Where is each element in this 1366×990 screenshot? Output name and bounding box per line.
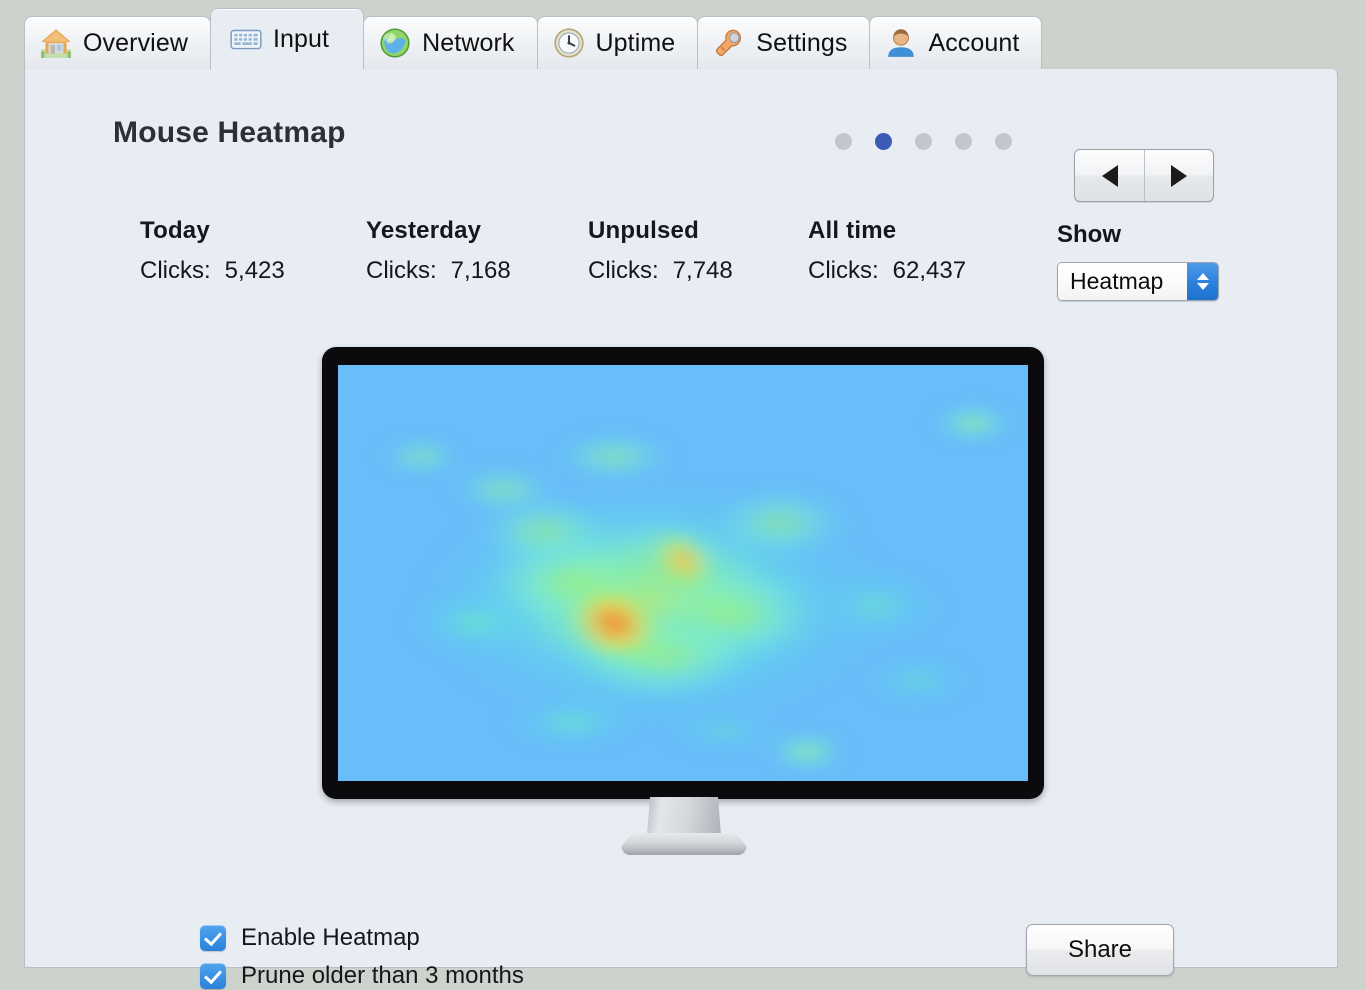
share-button[interactable]: Share [1026,924,1174,976]
stat-row: Clicks: 7,748 [588,257,733,285]
chevron-up-down-icon[interactable] [1187,263,1218,300]
show-group: Show Heatmap [1057,221,1219,301]
prune-older-checkbox-row[interactable]: Prune older than 3 months [200,962,524,990]
stat-value: 5,423 [224,257,285,284]
tab-uptime[interactable]: Uptime [536,16,699,70]
tab-network[interactable]: Network [363,16,538,70]
clock-icon [553,28,584,58]
triangle-left-icon [1101,164,1118,187]
checkbox-label: Enable Heatmap [241,924,420,951]
tab-label: Network [422,28,515,57]
tab-settings[interactable]: Settings [697,16,871,70]
stat-value: 62,437 [892,257,967,284]
tab-account[interactable]: Account [869,16,1043,70]
tab-label: Settings [756,28,848,57]
checkbox-label: Prune older than 3 months [241,962,524,989]
stat-metric-label: Clicks: [366,257,437,284]
monitor-stand-base [621,833,747,855]
stat-yesterday: Yesterday Clicks: 7,168 [366,217,511,285]
tab-label: Overview [83,28,188,57]
app-window: Overview Input Network Uptime Settings A… [24,8,1338,989]
stat-unpulsed: Unpulsed Clicks: 7,748 [588,217,733,285]
stat-title: All time [808,217,897,244]
house-icon [41,29,71,58]
person-icon [888,29,915,57]
checkbox-checked-icon[interactable] [200,925,226,951]
keyboard-icon [230,29,262,50]
stat-all-time: All time Clicks: 62,437 [808,217,966,285]
stat-metric-label: Clicks: [808,257,879,284]
tab-bar: Overview Input Network Uptime Settings A… [24,8,1338,70]
globe-icon [380,28,410,58]
stat-value: 7,168 [450,257,511,284]
stat-row: Clicks: 5,423 [140,257,285,285]
show-selected-value: Heatmap [1058,263,1187,300]
page-dot[interactable] [915,133,932,150]
page-dot-active[interactable] [875,133,892,150]
stat-title: Yesterday [366,217,482,244]
content-panel: Mouse Heatmap Today Clicks: 5,423 Yester… [24,69,1338,989]
page-dot[interactable] [955,133,972,150]
checkbox-checked-icon[interactable] [200,963,226,989]
monitor-frame [322,347,1044,799]
page-title: Mouse Heatmap [113,116,346,149]
show-label: Show [1057,221,1121,248]
stat-row: Clicks: 7,168 [366,257,511,285]
page-indicator-dots [835,133,1012,150]
tab-label: Uptime [595,28,676,57]
stat-metric-label: Clicks: [140,257,211,284]
enable-heatmap-checkbox-row[interactable]: Enable Heatmap [200,924,420,952]
tab-label: Input [273,24,330,53]
heatmap-canvas [338,365,1028,781]
stat-title: Today [140,217,210,244]
tab-overview[interactable]: Overview [24,16,211,70]
page-dot[interactable] [995,133,1012,150]
triangle-right-icon [1171,164,1187,187]
stat-today: Today Clicks: 5,423 [140,217,285,285]
tab-label: Account [928,28,1020,57]
stat-value: 7,748 [672,257,733,284]
stat-title: Unpulsed [588,217,699,244]
tab-input[interactable]: Input [210,8,365,70]
page-dot[interactable] [835,133,852,150]
show-select[interactable]: Heatmap [1057,262,1219,301]
monitor-stand-neck [647,797,721,835]
stat-row: Clicks: 62,437 [808,257,966,285]
heatmap-screen[interactable] [338,365,1028,781]
next-page-button[interactable] [1144,150,1213,201]
prev-page-button[interactable] [1075,150,1144,201]
pager-control [1074,149,1214,202]
stat-metric-label: Clicks: [588,257,659,284]
wrench-icon [716,29,742,57]
